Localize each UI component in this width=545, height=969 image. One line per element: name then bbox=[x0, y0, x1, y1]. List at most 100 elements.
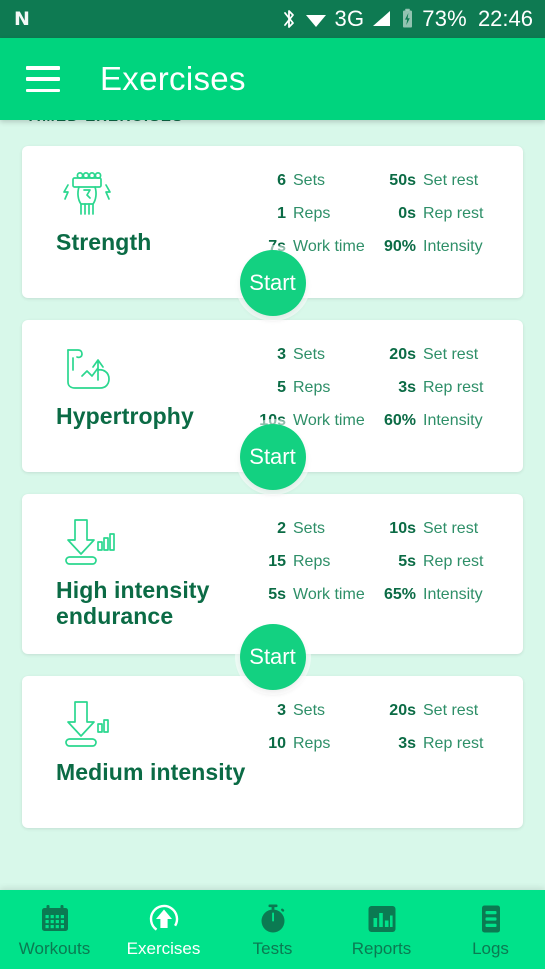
stat-value: 5s bbox=[268, 586, 286, 603]
stat-item: 1 Reps bbox=[252, 205, 382, 223]
exercise-title: Strength bbox=[56, 229, 152, 255]
stat-label: Set rest bbox=[423, 346, 479, 363]
app-screen: N 3G 73% 22:46 Exercises Strength 6 Sets… bbox=[0, 0, 545, 969]
circle-up-arrow-icon bbox=[149, 904, 178, 933]
bar-chart-icon bbox=[368, 905, 395, 932]
exercise-card[interactable]: Hypertrophy 3 Sets 5 Reps 10s Work time … bbox=[22, 320, 523, 490]
stat-value: 5 bbox=[277, 379, 286, 396]
stat-item: 50s Set rest bbox=[382, 172, 522, 190]
stat-label: Reps bbox=[293, 734, 331, 752]
stat-label: Sets bbox=[293, 346, 326, 363]
android-n-logo: N bbox=[14, 8, 30, 30]
start-button[interactable]: Start bbox=[239, 424, 306, 490]
stat-label: Reps bbox=[293, 553, 331, 570]
stat-item: 10s Set rest bbox=[382, 520, 522, 538]
stat-item: 90% Intensity bbox=[382, 238, 522, 256]
nav-label: Workouts bbox=[18, 938, 91, 958]
app-bar: Exercises bbox=[0, 38, 545, 120]
stat-value: 3s bbox=[398, 734, 416, 752]
stat-item: 0s Rep rest bbox=[382, 205, 522, 223]
stat-value: 1 bbox=[277, 205, 286, 222]
exercise-card[interactable]: Strength 6 Sets 1 Reps 7s Work time 50s … bbox=[22, 146, 523, 316]
nav-label: Reports bbox=[351, 938, 412, 958]
nav-item-workouts[interactable]: Workouts bbox=[0, 890, 109, 969]
stat-value: 60% bbox=[383, 412, 416, 429]
stat-label: Sets bbox=[293, 520, 326, 537]
stat-label: Work time bbox=[293, 586, 365, 603]
stat-value: 3s bbox=[398, 379, 416, 396]
nav-label: Tests bbox=[252, 938, 293, 958]
stat-label: Intensity bbox=[423, 238, 483, 255]
stat-label: Sets bbox=[293, 172, 326, 189]
stat-value: 10s bbox=[389, 520, 416, 537]
start-button[interactable]: Start bbox=[239, 623, 306, 690]
stat-item: 3s Rep rest bbox=[382, 735, 522, 753]
signal-icon bbox=[373, 11, 391, 26]
stat-label: Work time bbox=[293, 412, 365, 429]
exercise-card[interactable]: Medium intensity 3 Sets 10 Reps 20s Set … bbox=[22, 675, 523, 828]
stat-item: 5s Rep rest bbox=[382, 553, 522, 571]
nav-item-reports[interactable]: Reports bbox=[327, 890, 436, 969]
stat-label: Sets bbox=[293, 701, 326, 719]
start-button[interactable]: Start bbox=[239, 250, 306, 316]
battery-charging-icon bbox=[403, 8, 413, 28]
exercise-title: Medium intensity bbox=[56, 758, 246, 785]
stat-item: 3 Sets bbox=[252, 702, 382, 720]
stat-label: Intensity bbox=[423, 412, 483, 429]
stat-label: Work time bbox=[293, 238, 365, 255]
exercise-card[interactable]: High intensity endurance 2 Sets 15 Reps bbox=[22, 494, 523, 690]
wifi-icon bbox=[305, 15, 326, 27]
stat-item: 65% Intensity bbox=[382, 586, 522, 604]
stat-label: Rep rest bbox=[423, 553, 484, 570]
stat-item: 2 Sets bbox=[252, 520, 382, 538]
stat-value: 3 bbox=[277, 346, 286, 363]
bottom-navigation: Workouts Exercises Tests Reports Logs bbox=[0, 890, 545, 969]
exercise-stats: 6 Sets 1 Reps 7s Work time 50s Set rest … bbox=[252, 168, 522, 256]
stat-item: 3 Sets bbox=[252, 346, 382, 364]
stat-item: 3s Rep rest bbox=[382, 379, 522, 397]
clock: 22:46 bbox=[477, 6, 533, 31]
nav-label: Logs bbox=[472, 938, 509, 958]
flexed-bicep-arrow-icon bbox=[56, 342, 252, 394]
down-arrow-bars-icon bbox=[56, 516, 252, 568]
down-arrow-bars-icon bbox=[56, 698, 252, 750]
fist-barbell-icon bbox=[56, 168, 252, 220]
hamburger-menu-icon[interactable] bbox=[26, 66, 60, 92]
stat-value: 10 bbox=[268, 734, 286, 752]
stat-label: Reps bbox=[293, 205, 331, 222]
battery-percent: 73% bbox=[422, 6, 467, 31]
stat-label: Reps bbox=[293, 379, 331, 396]
stat-item: 60% Intensity bbox=[382, 412, 522, 430]
stat-item: 20s Set rest bbox=[382, 702, 522, 720]
stat-value: 5s bbox=[398, 553, 416, 570]
list-document-icon bbox=[481, 905, 500, 932]
nav-item-tests[interactable]: Tests bbox=[218, 890, 327, 969]
bluetooth-icon bbox=[283, 10, 294, 28]
stat-value: 20s bbox=[389, 701, 416, 719]
stat-value: 0s bbox=[398, 205, 416, 222]
stat-item: 20s Set rest bbox=[382, 346, 522, 364]
stat-item: 15 Reps bbox=[252, 553, 382, 571]
stat-label: Rep rest bbox=[423, 734, 484, 752]
page-title: Exercises bbox=[100, 60, 246, 97]
stat-label: Rep rest bbox=[423, 379, 484, 396]
exercise-list[interactable]: TIMED EXERCISES bbox=[0, 110, 545, 890]
stat-item: 5 Reps bbox=[252, 379, 382, 397]
stat-item: 10 Reps bbox=[252, 735, 382, 753]
stat-label: Intensity bbox=[423, 586, 483, 603]
exercise-stats: 3 Sets 5 Reps 10s Work time 20s Set rest… bbox=[252, 342, 522, 430]
nav-item-exercises[interactable]: Exercises bbox=[109, 890, 218, 969]
nav-item-logs[interactable]: Logs bbox=[436, 890, 545, 969]
exercise-stats: 2 Sets 15 Reps 5s Work time 10s Set rest… bbox=[252, 516, 522, 604]
exercise-title: Hypertrophy bbox=[56, 403, 194, 429]
stat-label: Rep rest bbox=[423, 205, 484, 222]
status-bar: N 3G 73% 22:46 bbox=[0, 0, 545, 38]
stat-value: 15 bbox=[268, 553, 286, 570]
stat-value: 20s bbox=[389, 346, 416, 363]
exercise-title: High intensity endurance bbox=[56, 577, 210, 629]
stat-label: Set rest bbox=[423, 172, 479, 189]
stat-label: Set rest bbox=[423, 520, 479, 537]
stat-item: 5s Work time bbox=[252, 586, 382, 604]
stat-item: 6 Sets bbox=[252, 172, 382, 190]
stat-value: 50s bbox=[389, 172, 416, 189]
